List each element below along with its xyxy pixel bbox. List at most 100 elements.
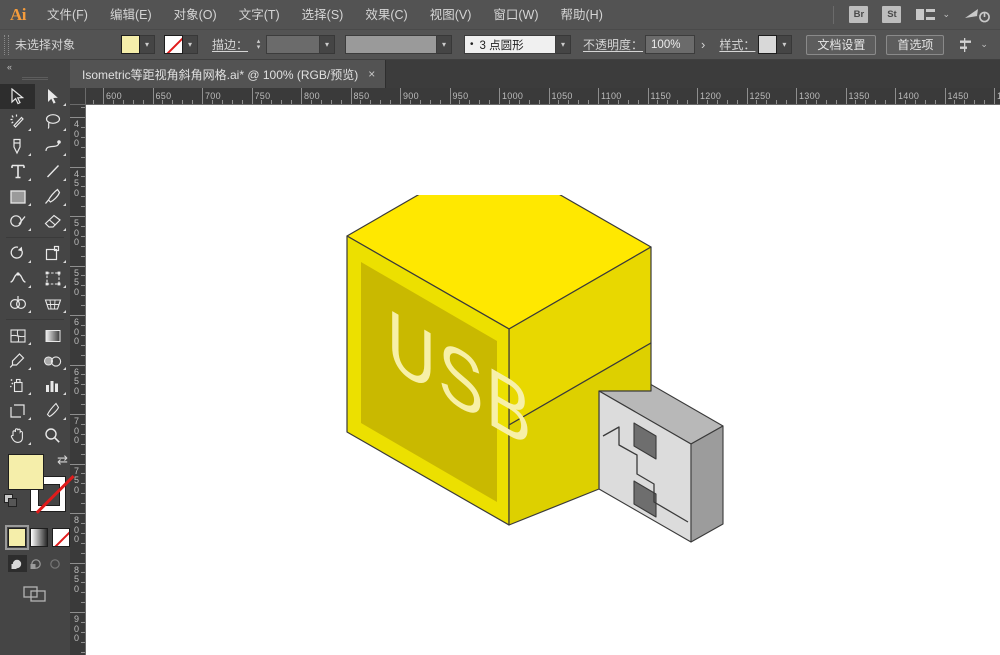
gradient-mode-button[interactable] <box>30 528 48 547</box>
stock-badge-icon[interactable]: St <box>882 6 902 23</box>
graphic-style-swatch[interactable] <box>758 35 778 54</box>
app-logo-icon: Ai <box>10 4 27 24</box>
ruler-tick-major <box>70 117 85 118</box>
menu-edit[interactable]: 编辑(E) <box>99 0 163 30</box>
workspace-switcher-icon[interactable] <box>916 9 936 20</box>
fill-color-indicator[interactable] <box>8 454 44 490</box>
width-tool[interactable] <box>0 266 35 291</box>
ruler-label: 800 <box>304 91 320 101</box>
stroke-profile-chevron-down-icon[interactable]: ▾ <box>437 35 453 54</box>
menu-effect[interactable]: 效果(C) <box>354 0 418 30</box>
vertical-ruler[interactable]: 400 450 500 550 600 650 700 750 800 850 900 <box>70 105 86 655</box>
fill-dropdown-chevron-down-icon[interactable]: ▾ <box>140 35 155 54</box>
preferences-button[interactable]: 首选项 <box>886 34 945 55</box>
draw-behind-mode-icon[interactable] <box>27 555 46 572</box>
menu-select[interactable]: 选择(S) <box>291 0 355 30</box>
draw-normal-mode-icon[interactable] <box>8 555 27 572</box>
default-fill-stroke-icon[interactable] <box>4 494 18 511</box>
paint-mode-group <box>5 525 70 550</box>
symbol-sprayer-tool[interactable] <box>0 373 35 398</box>
shape-builder-tool[interactable] <box>0 291 35 316</box>
ruler-tick-major <box>70 364 85 366</box>
menu-file[interactable]: 文件(F) <box>36 0 99 30</box>
color-mode-button[interactable] <box>5 525 29 550</box>
curvature-tool[interactable] <box>35 134 70 159</box>
selection-tool[interactable] <box>0 84 35 109</box>
brush-bullet-icon: • <box>470 39 474 50</box>
ruler-label: 1050 <box>551 91 573 101</box>
ruler-tick-major <box>647 88 649 104</box>
document-tab[interactable]: Isometric等距视角斜角网格.ai* @ 100% (RGB/预览) × <box>70 60 387 88</box>
stroke-weight-stepper[interactable]: ▴ ▾ <box>253 35 264 54</box>
scale-tool[interactable] <box>35 241 70 266</box>
opacity-input[interactable]: 100% <box>645 35 696 54</box>
collapse-panel-icon[interactable]: « <box>0 60 70 74</box>
eraser-tool[interactable] <box>35 209 70 234</box>
artboard-tool[interactable] <box>0 398 35 423</box>
align-chevron-down-icon[interactable]: ⌄ <box>980 39 988 50</box>
stroke-weight-input[interactable] <box>266 35 321 54</box>
ruler-tick-major <box>70 166 85 168</box>
style-chevron-down-icon[interactable]: ▾ <box>777 35 793 54</box>
stroke-dropdown-chevron-down-icon[interactable]: ▾ <box>183 35 198 54</box>
rectangle-tool[interactable] <box>0 184 35 209</box>
zoom-tool[interactable] <box>35 423 70 448</box>
perspective-grid-tool[interactable] <box>35 291 70 316</box>
ruler-label: 550 <box>73 267 79 297</box>
column-graph-tool[interactable] <box>35 373 70 398</box>
direct-selection-tool[interactable] <box>35 84 70 109</box>
ruler-label: 650 <box>155 91 172 101</box>
ruler-origin-corner[interactable] <box>70 88 86 105</box>
draw-inside-mode-icon[interactable] <box>46 555 65 572</box>
close-icon[interactable]: × <box>368 67 375 81</box>
ruler-tick-major <box>70 265 85 267</box>
ruler-tick-major <box>202 88 203 104</box>
hand-tool[interactable] <box>0 423 35 448</box>
shaper-tool[interactable] <box>0 209 35 234</box>
menu-window[interactable]: 窗口(W) <box>482 0 549 30</box>
workspace-chevron-down-icon[interactable]: ⌄ <box>942 9 950 20</box>
blend-tool[interactable] <box>35 348 70 373</box>
fill-swatch-group: ▾ <box>121 35 155 54</box>
menu-bar: Ai 文件(F) 编辑(E) 对象(O) 文字(T) 选择(S) 效果(C) 视… <box>0 0 1000 30</box>
line-segment-tool[interactable] <box>35 159 70 184</box>
brush-definition-chevron-down-icon[interactable]: ▾ <box>556 35 572 54</box>
document-setup-button[interactable]: 文档设置 <box>806 34 877 55</box>
ruler-label: 400 <box>73 119 79 148</box>
menu-object[interactable]: 对象(O) <box>163 0 228 30</box>
fill-color-swatch[interactable] <box>121 35 140 54</box>
paintbrush-tool[interactable] <box>35 184 70 209</box>
none-mode-button[interactable] <box>52 528 70 547</box>
ruler-tick-major <box>400 88 401 104</box>
slice-tool[interactable] <box>35 398 70 423</box>
menu-help[interactable]: 帮助(H) <box>550 0 614 30</box>
isometric-usb-flash-drive[interactable]: USB <box>331 195 751 565</box>
cloud-sync-icon[interactable] <box>964 7 990 23</box>
opacity-expand-arrow-icon[interactable]: › <box>701 37 705 52</box>
artboard-canvas[interactable]: USB <box>86 105 1000 655</box>
stroke-weight-chevron-down-icon[interactable]: ▾ <box>320 35 336 54</box>
eyedropper-tool[interactable] <box>0 348 35 373</box>
type-tool[interactable] <box>0 159 35 184</box>
rotate-tool[interactable] <box>0 241 35 266</box>
horizontal-ruler[interactable]: 600 650 700 750 800 850 900 950 1000 1050 1100 1150… <box>86 88 1000 105</box>
gradient-tool[interactable] <box>35 323 70 348</box>
ruler-tick-major <box>350 88 352 104</box>
control-bar-grip[interactable] <box>4 34 9 55</box>
mesh-tool[interactable] <box>0 323 35 348</box>
bridge-badge-icon[interactable]: Br <box>849 6 869 23</box>
pen-tool[interactable] <box>0 134 35 159</box>
tools-panel-grip[interactable] <box>0 74 70 84</box>
screen-mode-icon[interactable] <box>0 584 70 604</box>
free-transform-tool[interactable] <box>35 266 70 291</box>
swap-fill-stroke-icon[interactable]: ⇄ <box>57 452 68 468</box>
stroke-color-swatch-none[interactable] <box>164 35 183 54</box>
align-icon[interactable] <box>958 37 974 53</box>
brush-definition-select[interactable]: • 3 点圆形 <box>464 35 557 54</box>
menu-type[interactable]: 文字(T) <box>228 0 291 30</box>
magic-wand-tool[interactable] <box>0 109 35 134</box>
menu-view[interactable]: 视图(V) <box>419 0 483 30</box>
ruler-tick-major <box>449 88 451 104</box>
lasso-tool[interactable] <box>35 109 70 134</box>
stroke-profile-select[interactable] <box>345 35 438 54</box>
